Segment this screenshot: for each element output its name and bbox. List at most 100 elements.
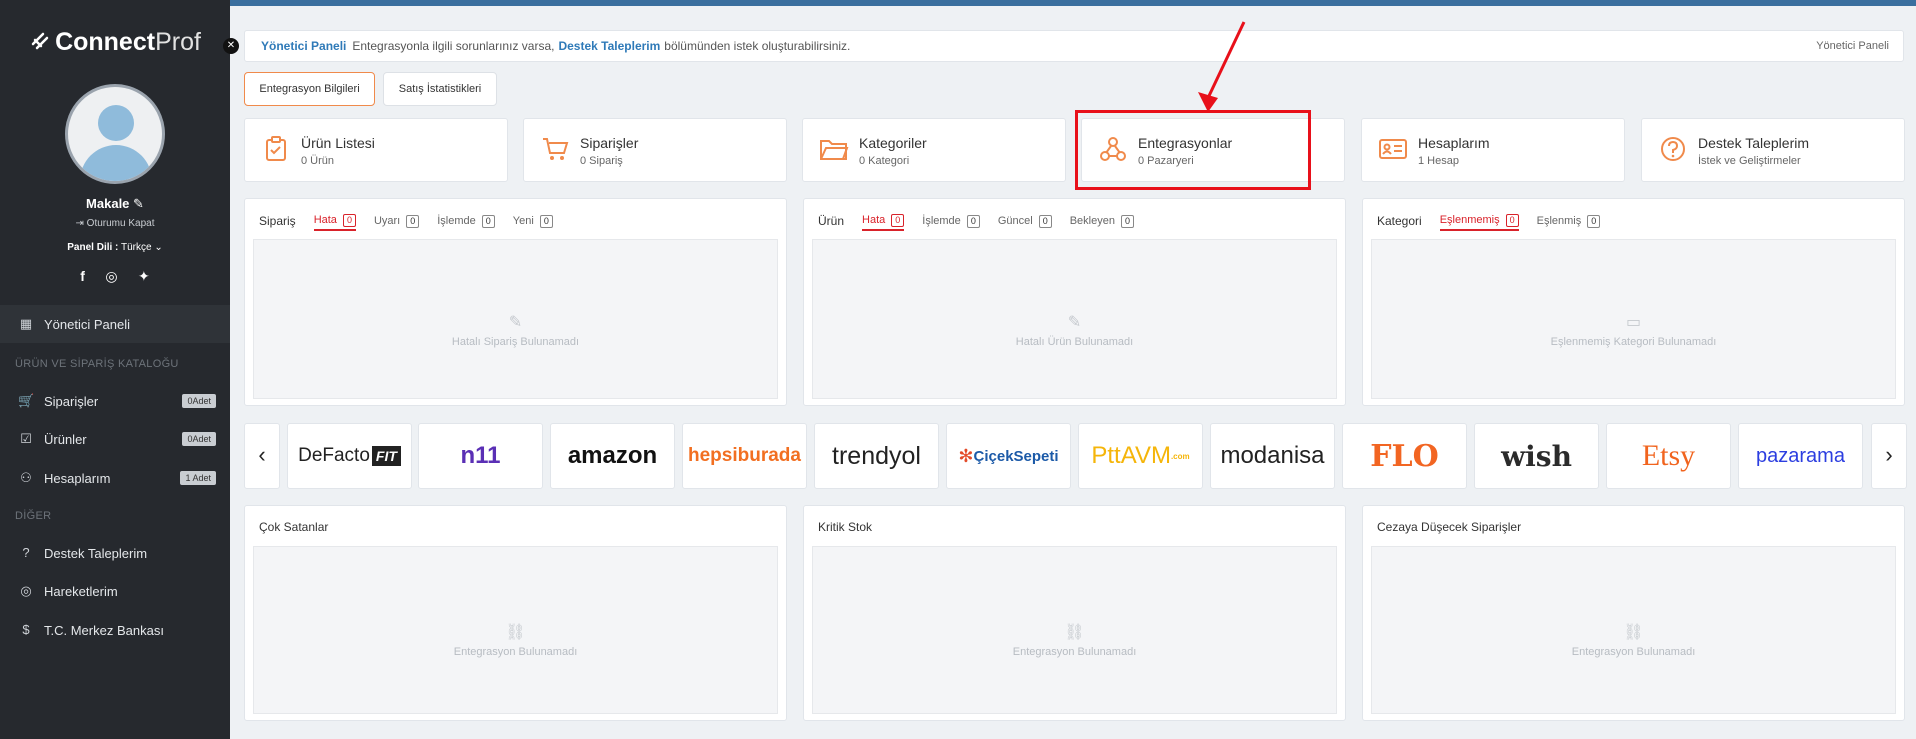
- marketplace-pttavm[interactable]: PttAVM .com: [1078, 423, 1203, 489]
- product-empty-state: ✎ Hatalı Ürün Bulunamadı: [813, 312, 1336, 348]
- image-off-icon: ▭: [1625, 313, 1642, 331]
- marketplace-trendyol[interactable]: trendyol: [814, 423, 939, 489]
- tab-product-updated[interactable]: Güncel 0: [998, 211, 1052, 231]
- tab-category-mapped[interactable]: Eşlenmiş 0: [1537, 211, 1601, 231]
- target-icon: ◎: [20, 583, 32, 598]
- logout-link[interactable]: ⇥ Oturumu Kapat: [0, 218, 230, 229]
- penalty-orders-panel: Cezaya Düşecek Siparişler ⛓ Entegrasyon B…: [1362, 505, 1905, 721]
- card-support[interactable]: Destek Taleplerim İstek ve Geliştirmeler: [1641, 118, 1905, 182]
- product-panel-title: Ürün: [818, 214, 845, 228]
- facebook-icon[interactable]: f: [80, 268, 85, 284]
- red-arrow-annotation: [1198, 21, 1246, 112]
- sidebar-item-support[interactable]: ? Destek Taleplerim: [0, 534, 230, 572]
- logout-icon: ⇥: [75, 218, 84, 229]
- sidebar-section-catalog: ÜRÜN VE SİPARİŞ KATALOĞU: [15, 358, 179, 370]
- carousel-prev-icon[interactable]: ‹: [244, 423, 280, 489]
- critical-stock-title: Kritik Stok: [818, 520, 873, 534]
- marketplace-flo[interactable]: FLO: [1342, 423, 1467, 489]
- sidebar-item-activity[interactable]: ◎ Hareketlerim: [0, 572, 230, 610]
- tab-order-errors[interactable]: Hata 0: [313, 211, 356, 231]
- products-count-badge: 0Adet: [182, 432, 216, 446]
- sidebar-item-central-bank[interactable]: $ T.C. Merkez Bankası: [0, 611, 230, 649]
- marketplace-ciceksepeti[interactable]: ✻ ÇiçekSepeti: [946, 423, 1071, 489]
- tab-sales-stats[interactable]: Satış İstatistikleri: [383, 72, 497, 106]
- category-status-panel: Kategori Eşlenmemiş 0 Eşlenmiş 0 ▭ Eşlenmem…: [1362, 198, 1905, 406]
- social-links: f ◎ ✦: [0, 268, 230, 286]
- sidebar-item-products[interactable]: ☑ Ürünler 0Adet: [0, 420, 230, 458]
- broom-icon: ✎: [508, 313, 523, 331]
- dashboard-icon: ▦: [19, 316, 33, 331]
- accounts-count-badge: 1 Adet: [180, 471, 216, 485]
- order-panel-title: Sipariş: [259, 214, 296, 228]
- question-icon: [1658, 135, 1688, 165]
- brand-logo[interactable]: ConnectProf: [0, 28, 230, 57]
- marketplace-defacto[interactable]: DeFacto FIT: [287, 423, 412, 489]
- question-icon: ?: [22, 545, 30, 560]
- tab-product-errors[interactable]: Hata 0: [862, 211, 905, 231]
- notice-title: Yönetici Paneli: [261, 39, 347, 53]
- panel-language-select[interactable]: Panel Dili : Türkçe ⌄: [0, 242, 230, 253]
- clipboard-icon: ☑: [20, 431, 32, 446]
- broom-icon: ✎: [1067, 313, 1082, 331]
- edit-icon[interactable]: ✎: [133, 196, 144, 211]
- id-card-icon: [1378, 135, 1408, 165]
- best-sellers-empty-state: ⛓ Entegrasyon Bulunamadı: [254, 622, 777, 658]
- tab-product-pending[interactable]: Bekleyen 0: [1070, 211, 1134, 231]
- sidebar-item-dashboard[interactable]: ▦ Yönetici Paneli: [0, 305, 230, 343]
- notice-text-2: bölümünden istek oluşturabilirsiniz.: [664, 39, 851, 53]
- instagram-icon[interactable]: ◎: [105, 268, 117, 285]
- critical-stock-empty-state: ⛓ Entegrasyon Bulunamadı: [813, 622, 1336, 658]
- marketplace-carousel: ‹ DeFacto FIT n11 amazon hepsiburada tren…: [244, 423, 1916, 489]
- marketplace-amazon[interactable]: amazon: [550, 423, 675, 489]
- sidebar: ConnectProf Makale ✎ ⇥ Oturumu Kapat Pan…: [0, 0, 230, 739]
- tab-integration-info[interactable]: Entegrasyon Bilgileri: [244, 72, 375, 106]
- marketplace-hepsiburada[interactable]: hepsiburada: [682, 423, 807, 489]
- breadcrumb[interactable]: Yönetici Paneli: [1816, 40, 1889, 52]
- avatar[interactable]: [65, 84, 165, 184]
- webhook-icon: ⛓: [505, 623, 526, 641]
- tab-order-new[interactable]: Yeni 0: [513, 211, 553, 231]
- cart-icon: 🛒: [18, 393, 35, 408]
- card-product-list[interactable]: Ürün Listesi 0 Ürün: [244, 118, 508, 182]
- currency-exchange-icon: $: [22, 622, 30, 637]
- marketplace-etsy[interactable]: Etsy: [1606, 423, 1731, 489]
- marketplace-modanisa[interactable]: modanisa: [1210, 423, 1335, 489]
- highlight-box: [1075, 110, 1311, 190]
- order-empty-state: ✎ Hatalı Sipariş Bulunamadı: [254, 312, 777, 348]
- user-name: Makale ✎: [86, 196, 144, 211]
- chevron-down-icon: ⌄: [154, 242, 163, 253]
- twitter-icon[interactable]: ✦: [138, 268, 150, 285]
- penalty-orders-empty-state: ⛓ Entegrasyon Bulunamadı: [1372, 622, 1895, 658]
- tab-order-processing[interactable]: İşlemde 0: [437, 211, 495, 231]
- best-sellers-panel: Çok Satanlar ⛓ Entegrasyon Bulunamadı: [244, 505, 787, 721]
- carousel-next-icon[interactable]: ›: [1871, 423, 1907, 489]
- marketplace-wish[interactable]: wish: [1474, 423, 1599, 489]
- penalty-orders-title: Cezaya Düşecek Siparişler: [1377, 520, 1522, 534]
- tab-product-processing[interactable]: İşlemde 0: [922, 211, 980, 231]
- connect-logo-icon: [29, 30, 51, 52]
- order-status-panel: Sipariş Hata 0 Uyarı 0 İşlemde 0 Yeni 0 ✎ Hat…: [244, 198, 787, 406]
- tab-category-unmapped[interactable]: Eşlenmemiş 0: [1439, 211, 1519, 231]
- notice-text-1: Entegrasyonla ilgili sorunlarınız varsa,: [352, 39, 555, 53]
- top-bar-accent: [230, 0, 1916, 6]
- category-empty-state: ▭ Eşlenmemiş Kategori Bulunamadı: [1372, 312, 1895, 348]
- critical-stock-panel: Kritik Stok ⛓ Entegrasyon Bulunamadı: [803, 505, 1346, 721]
- marketplace-n11[interactable]: n11: [418, 423, 543, 489]
- orders-count-badge: 0Adet: [182, 394, 216, 408]
- sidebar-collapse-icon[interactable]: ✕: [223, 38, 239, 54]
- info-notice: Yönetici Paneli Entegrasyonla ilgili sor…: [244, 30, 1904, 62]
- tab-order-warnings[interactable]: Uyarı 0: [374, 211, 420, 231]
- sidebar-section-other: DİĞER: [15, 510, 52, 522]
- webhook-icon: ⛓: [1064, 623, 1085, 641]
- card-accounts[interactable]: Hesaplarım 1 Hesap: [1361, 118, 1625, 182]
- card-orders[interactable]: Siparişler 0 Sipariş: [523, 118, 787, 182]
- users-icon: ⚇: [20, 470, 32, 485]
- best-sellers-title: Çok Satanlar: [259, 520, 329, 534]
- product-status-panel: Ürün Hata 0 İşlemde 0 Güncel 0 Bekleyen 0 ✎ H…: [803, 198, 1346, 406]
- sidebar-item-accounts[interactable]: ⚇ Hesaplarım 1 Adet: [0, 459, 230, 497]
- marketplace-pazarama[interactable]: pazarama: [1738, 423, 1863, 489]
- sidebar-item-orders[interactable]: 🛒 Siparişler 0Adet: [0, 382, 230, 420]
- support-link[interactable]: Destek Taleplerim: [558, 39, 660, 53]
- card-categories[interactable]: Kategoriler 0 Kategori: [802, 118, 1066, 182]
- webhook-icon: ⛓: [1623, 623, 1644, 641]
